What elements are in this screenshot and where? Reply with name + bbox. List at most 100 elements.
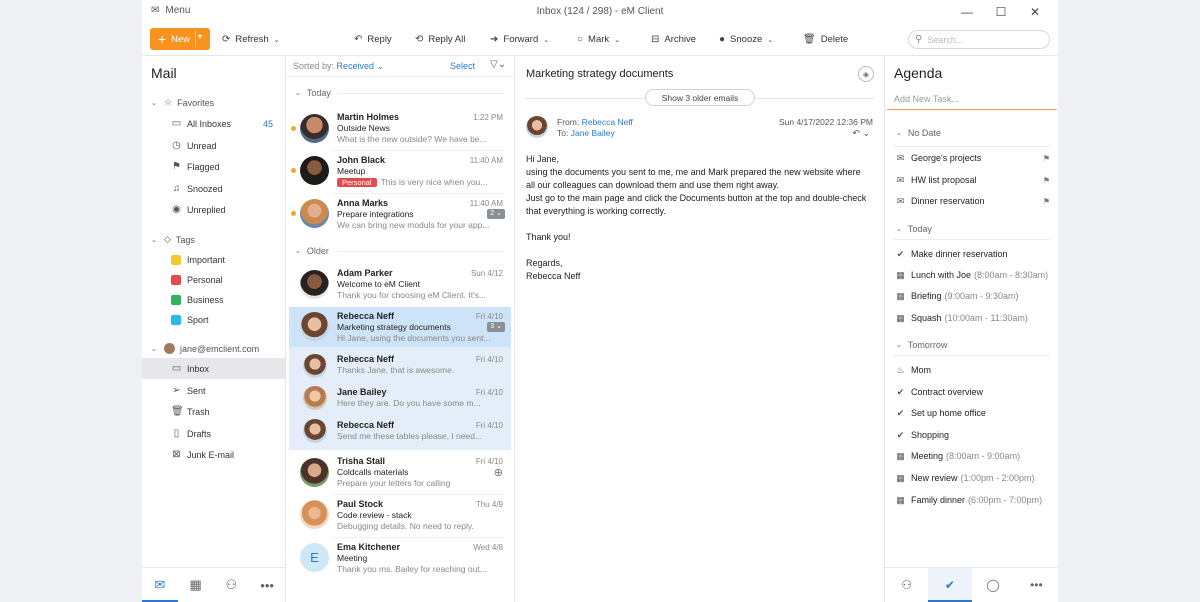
- chevron-down-icon: ⌄: [896, 226, 902, 233]
- search-input[interactable]: [927, 34, 1028, 45]
- search-box[interactable]: ⚲: [908, 30, 1050, 49]
- agenda-item[interactable]: ✔ Make dinner reservation: [895, 247, 1050, 261]
- to-link[interactable]: Jane Bailey: [571, 128, 615, 138]
- flag-icon[interactable]: ⚑: [1043, 154, 1050, 163]
- reply-all-button[interactable]: ⟲ Reply All: [415, 34, 465, 45]
- agenda-group-today[interactable]: ⌄ Today: [896, 224, 932, 234]
- agenda-item[interactable]: ▦ Squash (10:00am - 11:30am): [895, 311, 1050, 325]
- sender-name: Adam Parker: [337, 268, 393, 278]
- agenda-item[interactable]: ♨ Mom: [895, 363, 1050, 377]
- sort-control[interactable]: Sorted by: Received ⌄: [293, 61, 384, 72]
- minimize-icon[interactable]: —: [950, 2, 984, 22]
- delete-button[interactable]: 🗑 Delete: [803, 34, 848, 45]
- avatar: [300, 270, 329, 299]
- forward-button[interactable]: ➜ Forward ⌄: [490, 34, 549, 45]
- archive-button[interactable]: ⊟ Archive: [651, 34, 696, 45]
- agenda-item[interactable]: ▦ Meeting (8:00am - 9:00am): [895, 449, 1050, 463]
- sort-value: Received: [336, 61, 375, 71]
- thread-count-badge[interactable]: 3 ⌄: [487, 322, 505, 332]
- list-header: Sorted by: Received ⌄ Select ▽⌄: [286, 56, 514, 77]
- mark-button[interactable]: ○ Mark ⌄: [577, 34, 620, 45]
- tag-icon: ◇: [164, 234, 171, 244]
- list-item[interactable]: E Ema Kitchener Wed 4/8 Meeting Thank yo…: [289, 538, 511, 580]
- body-line: [526, 218, 871, 231]
- agenda-switcher: ⚇ ✔ ◯ •••: [885, 567, 1058, 602]
- maximize-icon[interactable]: ☐: [984, 2, 1018, 22]
- sidebar-item-snoozed[interactable]: ♫ Snoozed: [142, 178, 285, 199]
- list-item[interactable]: Anna Marks 11:40 AM Prepare integrations…: [289, 194, 511, 236]
- select-button[interactable]: Select: [450, 61, 475, 71]
- agenda-item[interactable]: ▦ Family dinner (6:00pm - 7:00pm): [895, 493, 1050, 507]
- account-header[interactable]: ⌄ jane@emclient.com: [151, 343, 259, 354]
- list-item[interactable]: Paul Stock Thu 4/9 Code review - stack D…: [289, 495, 511, 537]
- contacts-icon[interactable]: ⚇: [214, 568, 250, 602]
- sidebar-item-tag-sport[interactable]: Sport: [142, 309, 285, 330]
- sidebar-item-junk[interactable]: ⊠ Junk E-mail: [142, 444, 285, 465]
- chat-icon[interactable]: ◯: [972, 568, 1015, 602]
- agenda-group-no-date[interactable]: ⌄ No Date: [896, 128, 941, 138]
- chevron-down-icon[interactable]: ▾: [198, 32, 202, 41]
- group-header-older[interactable]: ⌄ Older: [295, 246, 329, 256]
- sidebar-item-trash[interactable]: 🗑 Trash: [142, 401, 285, 422]
- contacts-icon[interactable]: ⚇: [885, 568, 928, 602]
- agenda-item-label: HW list proposal: [911, 175, 977, 185]
- list-item[interactable]: Rebecca Neff Fri 4/10 Send me these tabl…: [289, 415, 511, 447]
- sidebar-item-unread[interactable]: ◷ Unread: [142, 135, 285, 156]
- agenda-group-tomorrow[interactable]: ⌄ Tomorrow: [896, 340, 947, 350]
- group-header-today[interactable]: ⌄ Today: [295, 88, 331, 98]
- flag-icon[interactable]: ⚑: [1043, 176, 1050, 185]
- agenda-item[interactable]: ▦ New review (1:00pm - 2:00pm): [895, 471, 1050, 485]
- agenda-item[interactable]: ✉ Dinner reservation ⚑: [895, 194, 1050, 208]
- agenda-item[interactable]: ✔ Shopping: [895, 428, 1050, 442]
- agenda-item[interactable]: ✉ George's projects ⚑: [895, 151, 1050, 165]
- more-icon[interactable]: •••: [1015, 568, 1058, 602]
- eye-icon: ◉: [172, 204, 181, 215]
- agenda-item[interactable]: ✔ Contract overview: [895, 385, 1050, 399]
- agenda-item[interactable]: ▦ Briefing (9:00am - 9:30am): [895, 289, 1050, 303]
- sidebar-item-tag-business[interactable]: Business: [142, 289, 285, 310]
- from-link[interactable]: Rebecca Neff: [582, 117, 633, 127]
- show-older-emails-button[interactable]: Show 3 older emails: [645, 89, 755, 106]
- add-task-input[interactable]: [894, 94, 1054, 104]
- reading-pane: Marketing strategy documents ◈ Show 3 ol…: [515, 56, 885, 602]
- list-item[interactable]: Jane Bailey Fri 4/10 Here they are. Do y…: [289, 382, 511, 414]
- more-icon[interactable]: •••: [249, 568, 285, 602]
- sidebar-item-tag-personal[interactable]: Personal: [142, 269, 285, 290]
- list-item[interactable]: Martin Holmes 1:22 PM Outside News What …: [289, 108, 511, 150]
- sidebar-item-inbox[interactable]: ▭ Inbox: [142, 358, 285, 379]
- favorites-header[interactable]: ⌄ ☆ Favorites: [151, 97, 214, 108]
- reply-button[interactable]: ↶ Reply: [354, 34, 392, 45]
- calendar-icon[interactable]: ▦: [178, 568, 214, 602]
- refresh-button[interactable]: ⟳ Refresh ⌄: [222, 34, 280, 45]
- sender-name: Martin Holmes: [337, 112, 400, 122]
- sidebar-item-all-inboxes[interactable]: ▭ All Inboxes 45: [142, 113, 285, 134]
- tag-icon[interactable]: ◈: [858, 66, 874, 82]
- agenda-item[interactable]: ▦ Lunch with Joe (8:00am - 8:30am): [895, 268, 1050, 282]
- filter-icon[interactable]: ▽⌄: [490, 59, 506, 70]
- list-item[interactable]: Rebecca Neff Fri 4/10 Thanks Jane, that …: [289, 349, 511, 381]
- sidebar-item-sent[interactable]: ➢ Sent: [142, 380, 285, 401]
- avatar: [300, 199, 329, 228]
- agenda-item[interactable]: ✔ Set up home office: [895, 406, 1050, 420]
- new-button[interactable]: + New ▾: [150, 28, 210, 50]
- sidebar-item-unreplied[interactable]: ◉ Unreplied: [142, 199, 285, 220]
- close-icon[interactable]: ✕: [1018, 2, 1052, 22]
- list-item[interactable]: Trisha Stall Fri 4/10 Coldcalls material…: [289, 452, 511, 494]
- sidebar-item-tag-important[interactable]: Important: [142, 249, 285, 270]
- list-item[interactable]: Adam Parker Sun 4/12 Welcome to eM Clien…: [289, 264, 511, 306]
- thread-count-badge[interactable]: 2 ⌄: [487, 209, 505, 219]
- snooze-button[interactable]: ● Snooze ⌄: [719, 34, 773, 45]
- flag-icon[interactable]: ⚑: [1043, 197, 1050, 206]
- add-task-field[interactable]: [887, 91, 1057, 110]
- sidebar-item-drafts[interactable]: ▯ Drafts: [142, 423, 285, 444]
- list-item-selected[interactable]: Rebecca Neff Fri 4/10 Marketing strategy…: [289, 307, 511, 347]
- sidebar: Mail ⌄ ☆ Favorites ▭ All Inboxes 45 ◷ Un…: [142, 56, 286, 602]
- reply-icon[interactable]: ↶ ⌄: [852, 128, 870, 139]
- list-item[interactable]: John Black 11:40 AM Meetup Personal This …: [289, 151, 511, 193]
- mail-icon[interactable]: ✉: [142, 568, 178, 602]
- agenda-item[interactable]: ✉ HW list proposal ⚑: [895, 173, 1050, 187]
- sidebar-item-flagged[interactable]: ⚑ Flagged: [142, 156, 285, 177]
- tasks-icon[interactable]: ✔: [928, 568, 972, 602]
- tags-header[interactable]: ⌄ ◇ Tags: [151, 234, 195, 245]
- bell-icon: ♫: [172, 183, 181, 194]
